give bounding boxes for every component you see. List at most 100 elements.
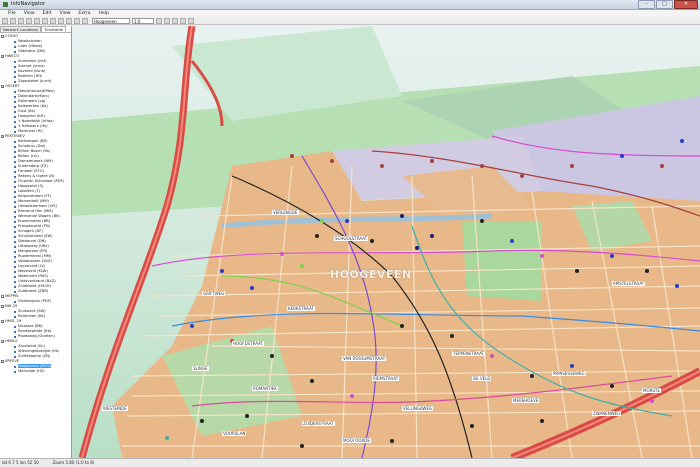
tree-group-label: HMSL 29 [5, 319, 22, 323]
expand-toggle-icon[interactable]: − [1, 35, 5, 39]
street-label: VOORSLAN [222, 431, 247, 436]
stop-icon [14, 95, 16, 98]
tree-item-label: Schijndelveld (SW) [18, 234, 53, 238]
expand-toggle-icon[interactable]: − [1, 305, 5, 309]
menu-view-2[interactable]: View [60, 10, 71, 17]
menu-file[interactable]: File [8, 10, 16, 17]
tree-item-label: Hoogveldt (S) [18, 184, 44, 188]
stop-icon [14, 270, 16, 273]
stop-icon [14, 330, 16, 333]
help-icon[interactable] [188, 17, 194, 24]
zoom-out-icon[interactable] [34, 17, 40, 24]
menu-view[interactable]: View [24, 10, 35, 17]
bus-icon[interactable] [180, 17, 186, 24]
stop-icon [14, 40, 16, 43]
tree-item-label: Rasnend Hen (MM) [18, 209, 53, 213]
layer-select[interactable]: Hoogeveen [92, 17, 130, 24]
expand-toggle-icon[interactable]: − [1, 135, 5, 139]
stop-icon [14, 50, 16, 53]
tree-item-label: 't Hefswerk (Hs) [18, 124, 48, 128]
street-label: TERPENSTRAAT [452, 351, 485, 356]
refresh-icon[interactable] [156, 17, 162, 24]
stop-icon [14, 105, 16, 108]
stop-icon [14, 230, 16, 233]
stop-icon [14, 215, 16, 218]
tree-item-label: 't Noordelijk (nHoo) [18, 119, 54, 123]
stop-icon [14, 205, 16, 208]
tree-item[interactable]: Mainzijde (HZ) [0, 369, 71, 374]
tree-item-label: Schagen (DF) [18, 229, 43, 233]
street-label: ROMANTIEK [252, 386, 278, 391]
tab-timetable[interactable]: Timetable [41, 26, 67, 32]
tree-item-label: Fondaal (STG) [18, 169, 44, 173]
zoom-select[interactable]: 1:0 [132, 17, 154, 24]
tree-item-label: Zuiltekaamp (ZN) [18, 354, 51, 358]
settings-icon[interactable] [172, 17, 178, 24]
stop-icon [14, 255, 16, 258]
title-bar: InfoNavigator – □ ✕ [0, 0, 700, 10]
print-icon[interactable] [18, 17, 24, 24]
stop-icon [14, 115, 16, 118]
stop-icon [14, 350, 16, 353]
tree-item-label: Waalschoten [18, 39, 42, 43]
status-bar: lat 6 7 5 lon 52 50 Zoom 5.80 (1:0 to 8) [0, 458, 700, 467]
expand-toggle-icon[interactable]: − [1, 55, 5, 59]
stop-icon [14, 195, 16, 198]
stop-icon [14, 100, 16, 103]
menu-help[interactable]: Help [99, 10, 109, 17]
expand-toggle-icon[interactable]: − [1, 320, 5, 324]
tree-item-label: Kerkwegen (BR) [18, 139, 48, 143]
stop-icon [14, 150, 16, 153]
expand-toggle-icon[interactable]: − [1, 360, 5, 364]
stop-icon [14, 220, 16, 223]
stop-icon [14, 265, 16, 268]
tree-item-label: Prangenveld (PD) [18, 224, 51, 228]
tree-item-label: Rollerlaan (KK) [18, 314, 46, 318]
sidebar-tabs: Network Locations Timetable [0, 26, 71, 33]
route-icon[interactable] [58, 17, 64, 24]
minimize-button[interactable]: – [638, 0, 655, 9]
maximize-button[interactable]: □ [656, 0, 673, 9]
menu-extra[interactable]: Extra [78, 10, 90, 17]
expand-toggle-icon[interactable]: − [1, 340, 5, 344]
info-icon[interactable] [82, 17, 88, 24]
pan-icon[interactable] [42, 17, 48, 24]
menu-edit[interactable]: Edit [43, 10, 52, 17]
street-label: KERKSTRAAT [287, 306, 315, 311]
stop-icon [14, 140, 16, 143]
save-icon[interactable] [10, 17, 16, 24]
tree-item-label: Zandwind (Sn) [18, 344, 45, 348]
tree-item-label: Labelten (T) [18, 189, 41, 193]
close-button[interactable]: ✕ [674, 0, 698, 9]
sidebar: Network Locations Timetable − COEVO Waalsc… [0, 26, 72, 458]
open-icon[interactable] [2, 17, 8, 24]
tree-item-label: Unitsvantrand (BAZ) [18, 279, 56, 283]
stop-icon [14, 345, 16, 348]
tree-item-label: Dolendam(Hlarc) [18, 94, 50, 98]
expand-toggle-icon[interactable]: − [1, 85, 5, 89]
street-label: SLINGE [192, 366, 209, 371]
stop-icon[interactable] [66, 17, 72, 24]
street-label: HOOFDSTRAAT [232, 341, 265, 346]
select-icon[interactable] [50, 17, 56, 24]
stop-icon [14, 65, 16, 68]
stop-icon [14, 250, 16, 253]
stop-icon [14, 125, 16, 128]
stop-icon [14, 210, 16, 213]
tree-item-label: Mangerzee (ER) [18, 249, 48, 253]
stop-icon [14, 335, 16, 338]
stop-icon [14, 80, 16, 83]
stop-icon [14, 155, 16, 158]
tab-network-locations[interactable]: Network Locations [0, 26, 42, 32]
measure-icon[interactable] [74, 17, 80, 24]
layers-icon[interactable] [164, 17, 170, 24]
tree-item-label: Heiwestoerhaar (VPJ) [18, 204, 57, 208]
street-label: ZUIDERSTRAAT [302, 421, 335, 426]
stop-icon [14, 70, 16, 73]
tree-item-label: Sortenwel (net) [18, 59, 47, 63]
map-view[interactable]: HOOGEVEEN VERLENGDE SCHOOLSTRAAT GRIFTWE… [72, 26, 700, 458]
stop-icon [14, 355, 16, 358]
tree-group-label: OSSERT [5, 84, 20, 88]
zoom-in-icon[interactable] [26, 17, 32, 24]
expand-toggle-icon[interactable]: − [1, 295, 5, 299]
